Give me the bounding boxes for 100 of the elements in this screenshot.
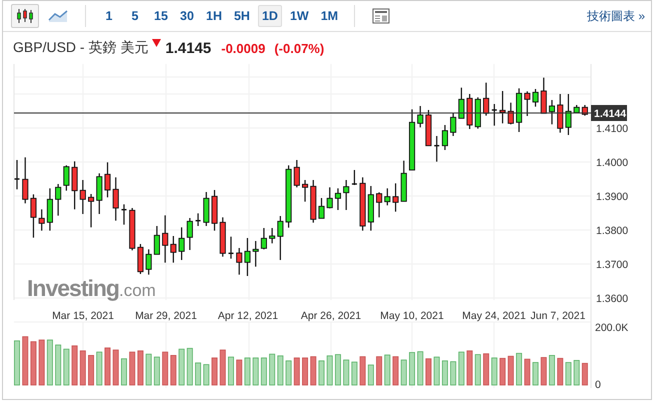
- candlestick-chart-button[interactable]: [11, 4, 39, 28]
- volume-bar: [458, 352, 464, 386]
- candlestick: [524, 91, 530, 116]
- date-axis-label: Apr 12, 2021: [218, 310, 278, 322]
- volume-bar: [426, 358, 432, 386]
- candlestick: [442, 125, 448, 150]
- volume-bar: [112, 350, 119, 386]
- technical-chart-link[interactable]: 技術圖表 »: [586, 8, 645, 24]
- volume-bar: [154, 356, 160, 386]
- volume-bar: [450, 361, 456, 386]
- interval-button[interactable]: 1D: [258, 5, 282, 27]
- candlestick: [294, 160, 300, 188]
- volume-bar: [442, 360, 448, 386]
- volume-bar: [186, 348, 193, 386]
- document-icon: [372, 8, 390, 24]
- interval-button[interactable]: 5H: [230, 5, 254, 27]
- candlestick: [434, 136, 440, 162]
- volume-bar: [170, 355, 176, 386]
- interval-button[interactable]: 1W: [286, 5, 313, 27]
- volume-bar: [195, 362, 202, 386]
- price-axis-label: 1.3800: [596, 225, 628, 237]
- volume-bar: [236, 360, 242, 386]
- candlestick: [162, 215, 168, 263]
- interval-button[interactable]: 1: [98, 5, 120, 27]
- candlestick: [112, 177, 119, 221]
- candlestick: [384, 188, 390, 206]
- candlestick: [540, 78, 547, 114]
- volume-bar: [162, 352, 168, 386]
- current-price-badge: 1.4144: [591, 105, 627, 121]
- candlestick: [450, 112, 456, 136]
- date-axis-label: Jun 7, 2021: [530, 310, 586, 322]
- candlestick: [178, 227, 185, 260]
- price-axis-label: 1.4100: [596, 123, 628, 135]
- volume-bar: [368, 364, 374, 386]
- volume-bar: [540, 357, 547, 386]
- volume-bar: [121, 358, 127, 386]
- candlestick: [409, 109, 416, 170]
- pair-title: GBP/USD - 英鎊 美元: [13, 39, 148, 57]
- volume-bar: [376, 356, 382, 386]
- volume-bar: [14, 340, 20, 386]
- candlestick: [154, 226, 160, 255]
- candlestick: [196, 213, 201, 226]
- volume-bar: [252, 358, 259, 386]
- volume-bar: [384, 354, 390, 386]
- volume-bar: [178, 348, 185, 386]
- volume-bar: [524, 358, 530, 386]
- candlestick: [96, 173, 102, 214]
- volume-bar: [88, 355, 94, 386]
- volume-bar: [72, 345, 78, 386]
- volume-bar: [392, 356, 399, 386]
- percent-change: (-0.07%): [274, 40, 324, 56]
- candlestick: [170, 236, 176, 263]
- volume-bar: [516, 352, 522, 386]
- price-axis-label: 1.3700: [596, 259, 628, 271]
- interval-button[interactable]: 5: [124, 5, 146, 27]
- candlestick: [492, 104, 497, 126]
- investing-logo: Investing.com: [27, 275, 156, 301]
- volume-bar: [351, 362, 358, 386]
- candlestick: [318, 198, 325, 219]
- volume-bar: [508, 356, 514, 386]
- candlestick: [63, 165, 70, 191]
- interval-button[interactable]: 15: [150, 5, 172, 27]
- candlestick: [55, 184, 62, 216]
- volume-bar: [63, 348, 70, 386]
- candlestick: [343, 180, 350, 210]
- candlestick: [532, 89, 539, 107]
- volume-bar: [220, 350, 226, 386]
- candlestick: [228, 236, 234, 259]
- candlestick: [137, 244, 144, 274]
- candlestick: [203, 192, 210, 226]
- candlestick: [392, 183, 399, 212]
- candlestick: [260, 228, 267, 250]
- candlestick: [277, 216, 284, 260]
- volume-bar: [548, 355, 555, 386]
- date-axis-label: Apr 26, 2021: [300, 310, 362, 322]
- volume-axis-label: 200.0K: [595, 322, 628, 334]
- interval-button[interactable]: 1H: [202, 5, 226, 27]
- volume-bar: [260, 358, 267, 386]
- candlestick: [368, 186, 374, 231]
- volume-bar: [294, 358, 300, 386]
- volume-bar: [38, 340, 45, 386]
- candlestick: [334, 188, 342, 210]
- volume-bar: [302, 358, 308, 386]
- candlestick: [516, 88, 522, 132]
- volume-bar: [466, 350, 473, 386]
- volume-bar: [318, 360, 324, 386]
- volume-bar: [104, 348, 111, 386]
- last-price: 1.4145: [165, 40, 212, 56]
- interval-button[interactable]: 1M: [316, 5, 342, 27]
- interval-button[interactable]: 30: [176, 5, 198, 27]
- candlestick: [565, 94, 572, 135]
- candlestick: [548, 100, 555, 124]
- candlestick: [326, 187, 333, 208]
- candlestick-icon: [16, 8, 34, 24]
- candlestick: [122, 204, 126, 225]
- candlestick: [500, 91, 506, 124]
- volume-bar: [244, 358, 250, 386]
- candlestick: [310, 180, 316, 223]
- candlestick: [252, 241, 259, 267]
- candlestick: [574, 105, 580, 114]
